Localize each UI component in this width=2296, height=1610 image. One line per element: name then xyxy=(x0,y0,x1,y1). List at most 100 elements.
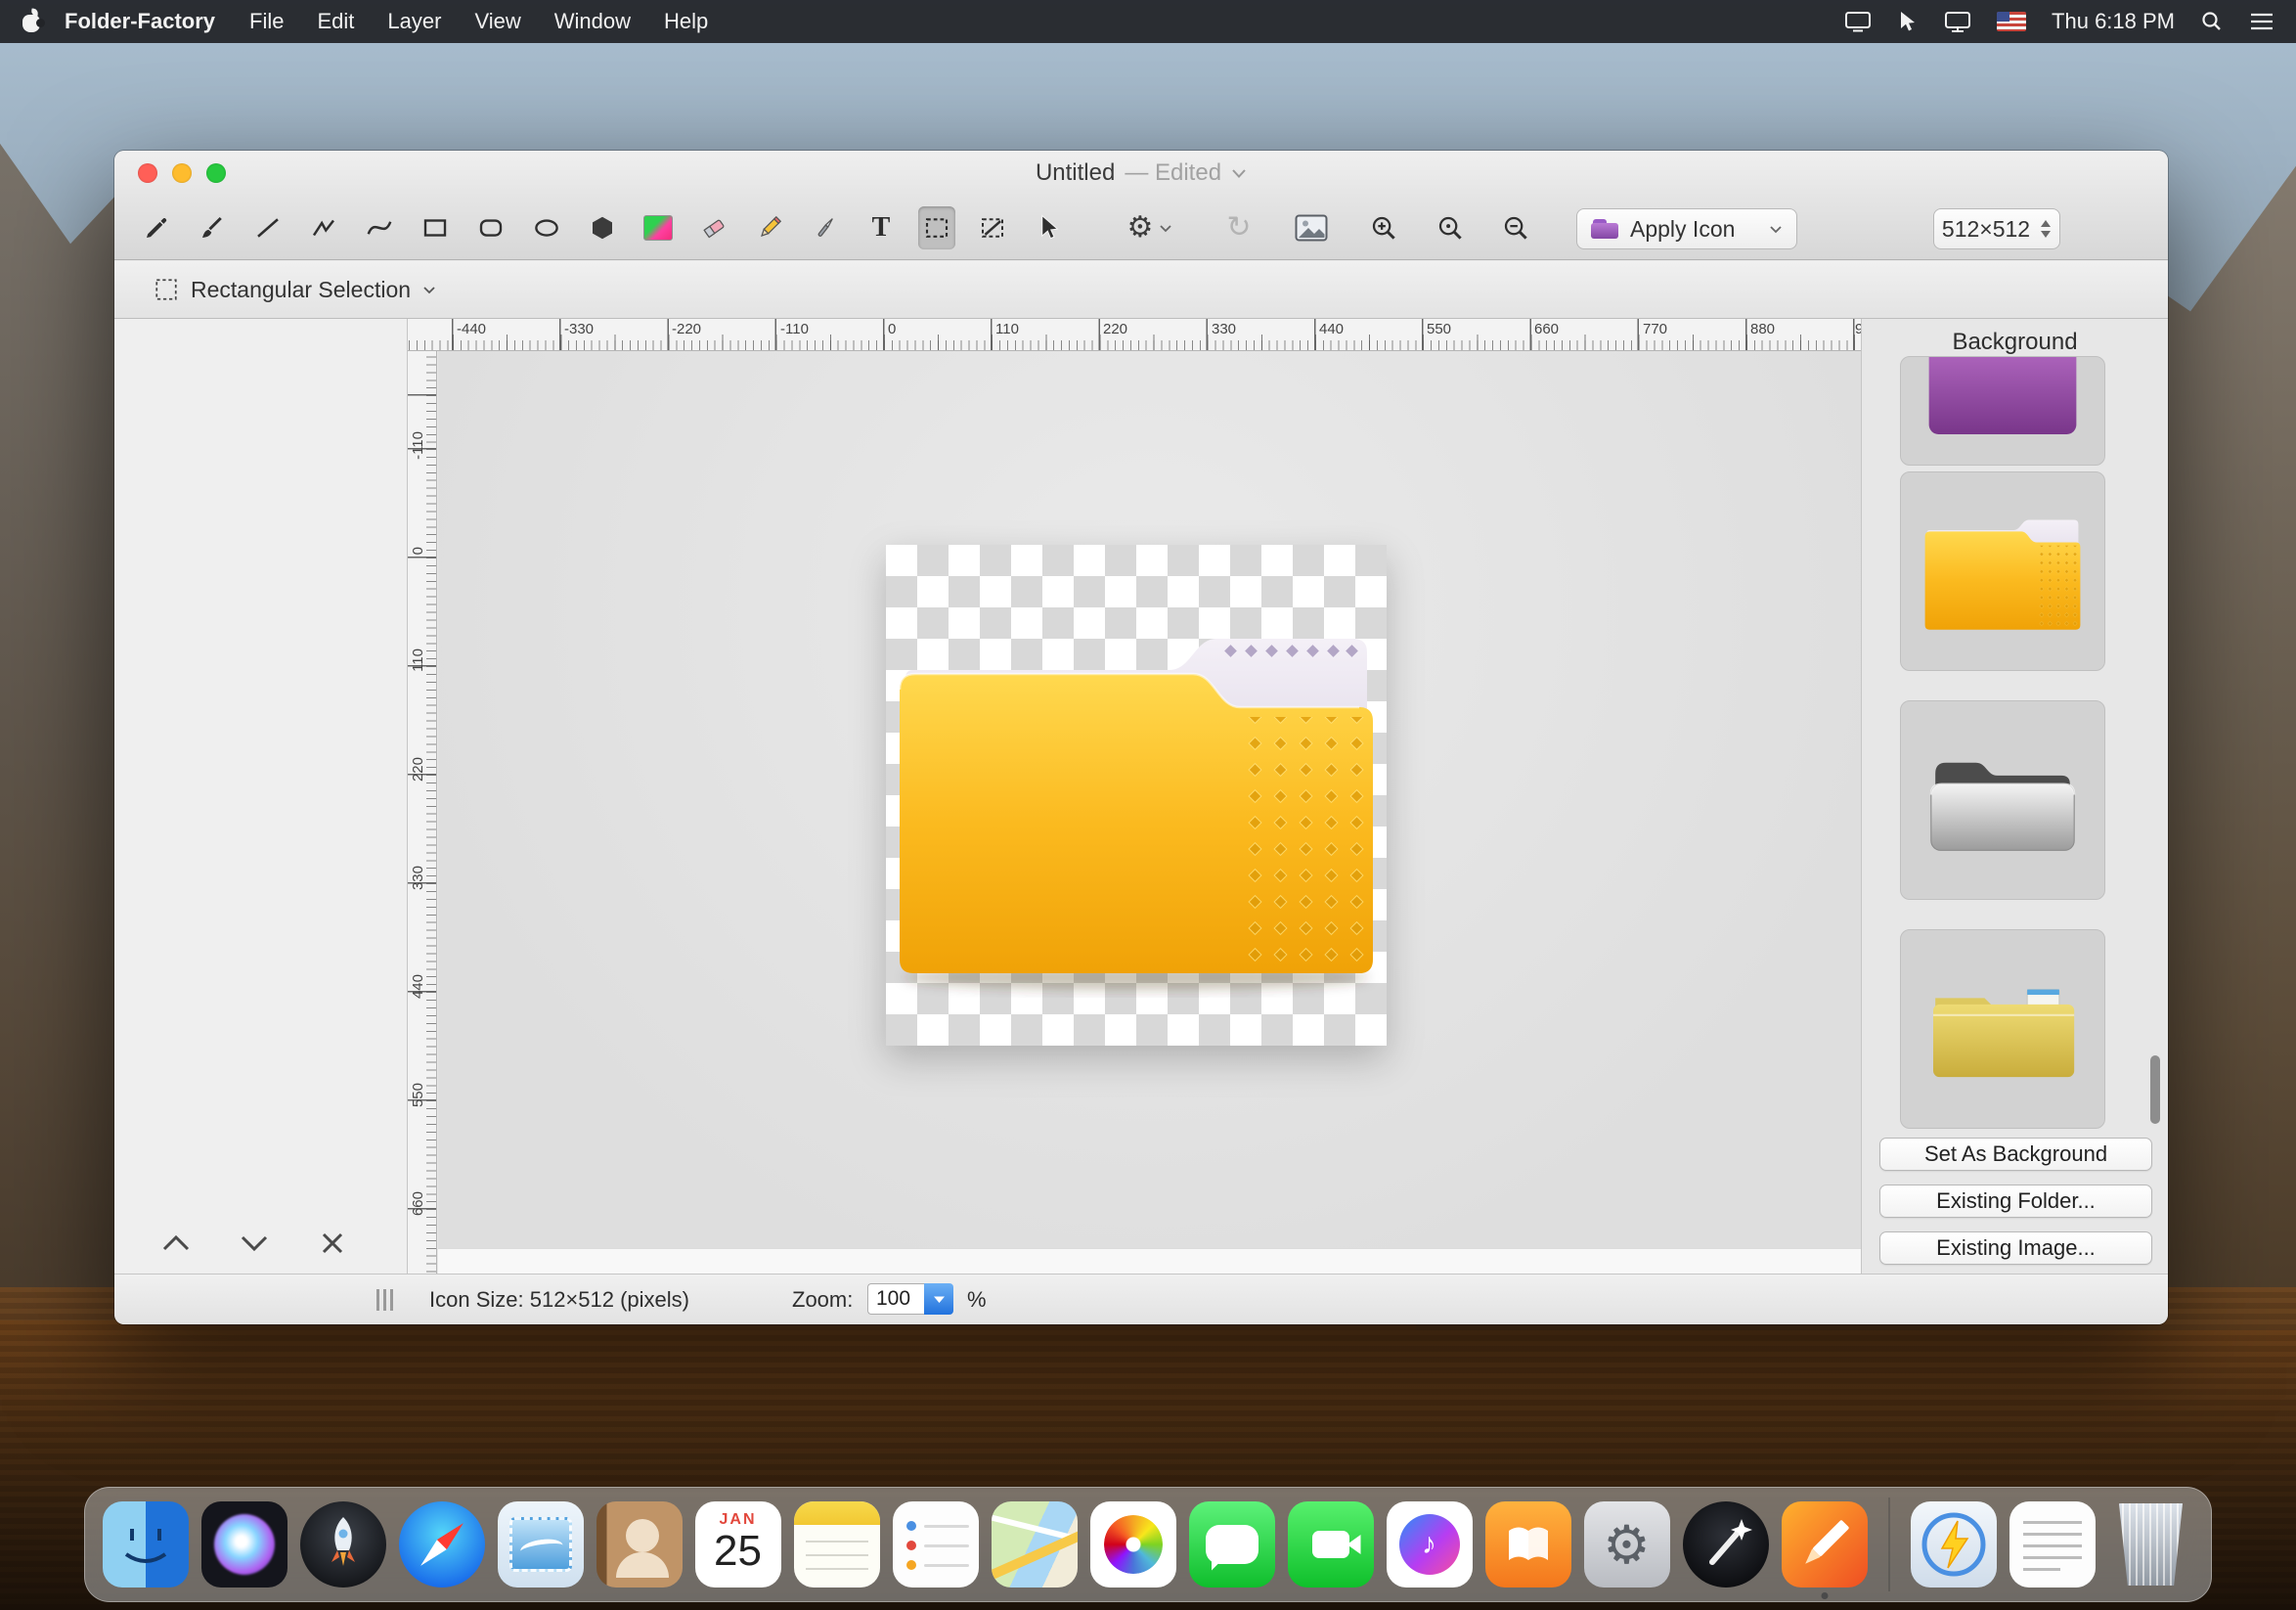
apply-icon-dropdown[interactable]: Apply Icon xyxy=(1576,208,1797,249)
pencil-tool[interactable] xyxy=(751,206,788,249)
existing-folder-button[interactable]: Existing Folder... xyxy=(1879,1185,2152,1218)
display-mirroring-icon[interactable] xyxy=(1844,11,1872,32)
title-chevron-icon[interactable] xyxy=(1231,168,1247,179)
brush-tool[interactable] xyxy=(194,206,231,249)
menu-layer[interactable]: Layer xyxy=(387,9,441,34)
input-source-us-flag-icon[interactable] xyxy=(1997,12,2026,31)
notes-header-icon xyxy=(794,1501,880,1525)
zoom-input[interactable] xyxy=(867,1283,924,1315)
music-note-icon: ♪ xyxy=(1399,1514,1460,1575)
zoom-label: Zoom: xyxy=(792,1287,853,1313)
rectangle-tool[interactable] xyxy=(417,206,454,249)
cursor-tool[interactable] xyxy=(1030,206,1067,249)
insert-image-button[interactable] xyxy=(1288,206,1335,249)
dock-launchpad[interactable] xyxy=(300,1501,386,1588)
dock-trash[interactable] xyxy=(2108,1501,2194,1588)
photos-flower-icon xyxy=(1104,1515,1163,1574)
screen: Folder-Factory File Edit Layer View Wind… xyxy=(0,0,2296,1610)
dock-finder[interactable] xyxy=(103,1501,189,1588)
chevron-down-icon xyxy=(1769,225,1783,234)
dock-magic-app[interactable] xyxy=(1683,1501,1769,1588)
dock-maps[interactable] xyxy=(992,1501,1078,1588)
dock-folder-factory[interactable] xyxy=(1782,1501,1868,1588)
curve-tool[interactable] xyxy=(361,206,398,249)
running-indicator xyxy=(1821,1592,1828,1599)
menu-help[interactable]: Help xyxy=(664,9,708,34)
selection-mode-label[interactable]: Rectangular Selection xyxy=(191,277,411,303)
apply-icon-label: Apply Icon xyxy=(1630,216,1757,243)
gear-menu-button[interactable]: ⚙ xyxy=(1115,206,1185,249)
panel-scrollbar-thumb[interactable] xyxy=(2150,1055,2160,1124)
compass-needle-icon xyxy=(416,1518,468,1571)
icon-transparency-canvas[interactable] xyxy=(886,545,1387,1046)
pen-tool[interactable] xyxy=(138,206,175,249)
icon-size-stepper[interactable]: 512×512 xyxy=(1933,208,2060,249)
menu-file[interactable]: File xyxy=(249,9,284,34)
dock-system-preferences[interactable]: ⚙ xyxy=(1584,1501,1670,1588)
move-up-button[interactable] xyxy=(144,1223,208,1264)
ellipse-tool[interactable] xyxy=(528,206,565,249)
dock-itunes[interactable]: ♪ xyxy=(1387,1501,1473,1588)
rocket-icon xyxy=(300,1501,386,1588)
knife-tool[interactable] xyxy=(807,206,844,249)
zoom-dropdown-button[interactable] xyxy=(924,1283,953,1315)
eraser-tool[interactable] xyxy=(695,206,732,249)
manila-folder-artwork xyxy=(1912,960,2094,1098)
freehand-selection-tool[interactable] xyxy=(974,206,1011,249)
menu-edit[interactable]: Edit xyxy=(317,9,354,34)
chevron-down-icon[interactable] xyxy=(422,286,436,294)
dock-siri[interactable] xyxy=(201,1501,287,1588)
background-thumb-yellow-folder[interactable] xyxy=(1900,471,2105,671)
background-thumb-purple-folder[interactable] xyxy=(1900,356,2105,466)
rounded-rectangle-tool[interactable] xyxy=(472,206,509,249)
dock-messages[interactable] xyxy=(1189,1501,1275,1588)
dock-photos[interactable] xyxy=(1090,1501,1176,1588)
text-tool[interactable]: T xyxy=(862,206,900,249)
delete-button[interactable] xyxy=(300,1223,365,1264)
dock-contacts[interactable] xyxy=(596,1501,683,1588)
layers-side-panel xyxy=(114,319,408,1274)
rectangular-selection-tool[interactable] xyxy=(918,206,955,249)
zoom-in-button[interactable] xyxy=(1362,206,1405,249)
dock-calendar[interactable]: JAN 25 xyxy=(695,1501,781,1588)
ruler-label: 330 xyxy=(410,866,426,890)
title-bar[interactable]: Untitled — Edited xyxy=(114,151,2168,196)
polyline-tool[interactable] xyxy=(305,206,342,249)
icon-size-value: 512×512 xyxy=(1942,216,2030,243)
spotlight-search-icon[interactable] xyxy=(2200,10,2224,33)
dock-safari[interactable] xyxy=(399,1501,485,1588)
set-as-background-button[interactable]: Set As Background xyxy=(1879,1138,2152,1171)
zoom-actual-size-button[interactable] xyxy=(1429,206,1472,249)
menu-view[interactable]: View xyxy=(474,9,520,34)
line-tool[interactable] xyxy=(249,206,287,249)
redo-button[interactable]: ↻ xyxy=(1217,206,1260,249)
horizontal-scrollbar-track[interactable] xyxy=(438,1248,1861,1274)
horizontal-ruler: -440 -330 -220 -110 0 110 220 330 440 55… xyxy=(408,319,1861,351)
dock-lightning-app[interactable] xyxy=(1911,1501,1997,1588)
zoom-out-button[interactable] xyxy=(1494,206,1537,249)
magic-wand-icon xyxy=(1683,1501,1769,1588)
display-icon[interactable] xyxy=(1944,11,1971,32)
drag-grip-icon[interactable] xyxy=(376,1289,393,1311)
menu-window[interactable]: Window xyxy=(554,9,631,34)
polygon-tool[interactable] xyxy=(584,206,621,249)
notification-center-icon[interactable] xyxy=(2249,11,2274,32)
dock-facetime[interactable] xyxy=(1288,1501,1374,1588)
pointer-device-icon[interactable] xyxy=(1897,10,1919,33)
color-swatch[interactable] xyxy=(640,206,677,249)
existing-image-button[interactable]: Existing Image... xyxy=(1879,1231,2152,1265)
apple-menu-icon[interactable] xyxy=(22,10,41,33)
background-thumb-manila-folder[interactable] xyxy=(1900,929,2105,1129)
open-book-icon xyxy=(1485,1501,1571,1588)
dock-notes[interactable] xyxy=(794,1501,880,1588)
dock-mail[interactable] xyxy=(498,1501,584,1588)
move-down-button[interactable] xyxy=(222,1223,287,1264)
app-menu-title[interactable]: Folder-Factory xyxy=(65,9,215,34)
dock-textedit[interactable] xyxy=(2009,1501,2096,1588)
dock-reminders[interactable] xyxy=(893,1501,979,1588)
editing-canvas[interactable] xyxy=(438,351,1861,1274)
background-thumb-gray-folder[interactable] xyxy=(1900,700,2105,900)
dock-ibooks[interactable] xyxy=(1485,1501,1571,1588)
menu-bar-clock[interactable]: Thu 6:18 PM xyxy=(2052,9,2175,34)
ruler-label: -330 xyxy=(564,321,594,337)
